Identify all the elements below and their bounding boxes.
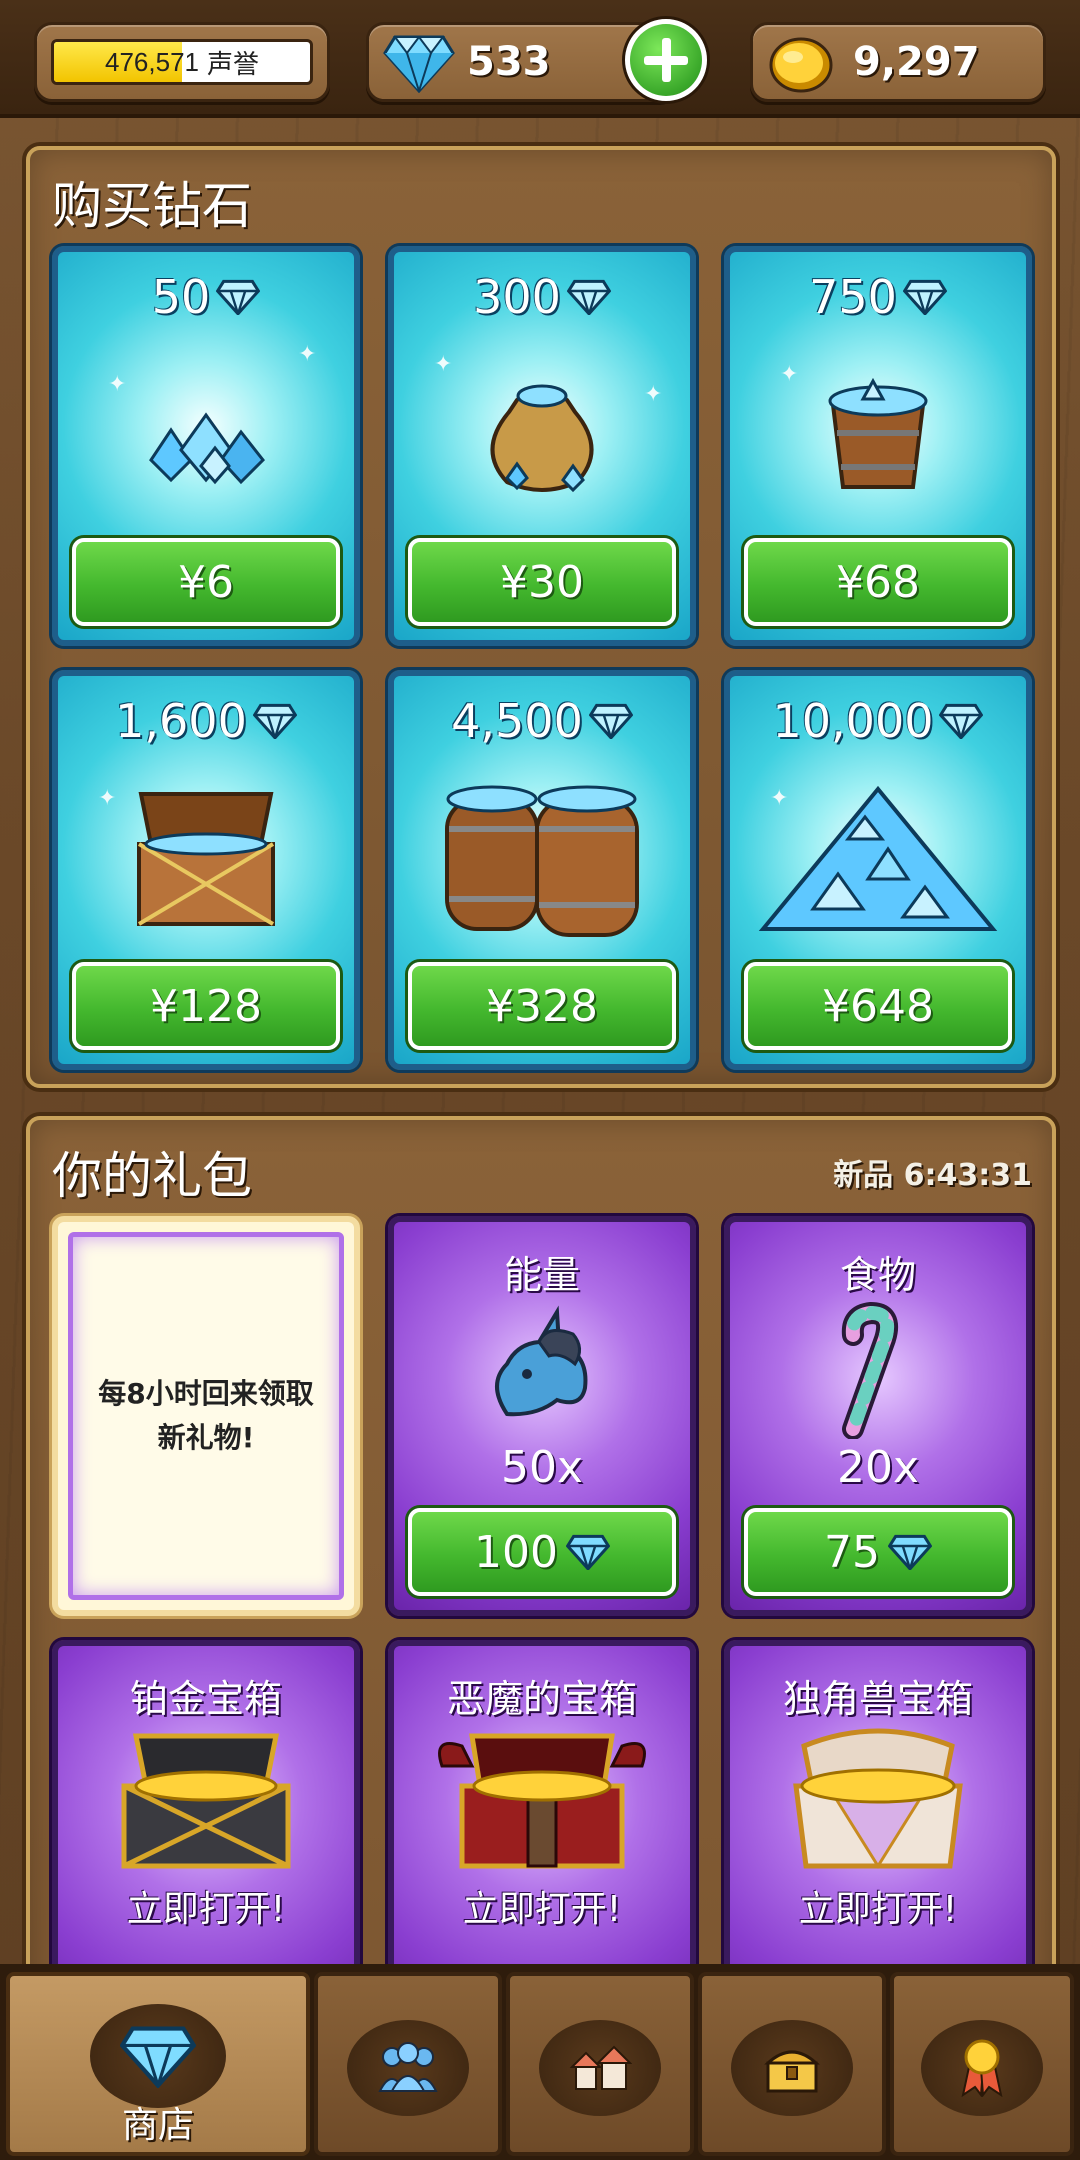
chest-label: 独角兽宝箱 (782, 1677, 973, 1721)
reputation-counter[interactable]: 476,571 声誉 (34, 22, 330, 102)
new-items-timer: 新品 6:43:31 (833, 1158, 1032, 1193)
candy-cane-icon (730, 1294, 1026, 1444)
panel-title: 购买钻石 (52, 177, 252, 235)
tab-town[interactable] (506, 1972, 694, 2156)
gem-pack-amount: 1,600 (115, 694, 247, 748)
unicorn-icon (394, 1294, 690, 1444)
gem-icon (588, 703, 633, 739)
gem-icon (566, 279, 611, 315)
nav-icon-bg (921, 2020, 1043, 2116)
chest-icon (764, 2050, 820, 2093)
buy-button[interactable]: ¥68 (744, 538, 1012, 626)
gem-pack-amount: 300 (473, 270, 561, 324)
price-label: ¥6 (178, 556, 234, 608)
food-pack-card[interactable]: 食物 20x 75 (724, 1216, 1032, 1616)
gem-icon (939, 703, 984, 739)
buy-button[interactable]: ¥328 (408, 962, 676, 1050)
gem-icon (252, 703, 297, 739)
gem-pack-amount: 4,500 (451, 694, 583, 748)
gem-pack-amount: 750 (809, 270, 897, 324)
gem-pack-card[interactable]: 4,500 ¥328 (388, 670, 696, 1070)
item-quantity: 50x (500, 1442, 584, 1493)
gem-icon (902, 279, 947, 315)
chest-label: 恶魔的宝箱 (446, 1677, 637, 1721)
platinum-chest-icon (58, 1726, 354, 1876)
price-label: ¥328 (486, 980, 598, 1032)
nav-icon-bg (539, 2020, 661, 2116)
buy-button[interactable]: ¥648 (744, 962, 1012, 1050)
gem-pack-card[interactable]: 50 ✦ ✦ ¥6 (52, 246, 360, 646)
gem-bag-icon (394, 330, 690, 530)
nav-icon-bg (731, 2020, 853, 2116)
chest-label: 铂金宝箱 (129, 1677, 282, 1721)
gem-pack-card[interactable]: 750 ✦ ¥68 (724, 246, 1032, 646)
medal-icon (961, 2039, 1003, 2097)
gold-counter[interactable]: 9,297 (750, 22, 1046, 102)
price-label: ¥30 (500, 556, 584, 608)
unicorn-chest-icon (730, 1726, 1026, 1876)
tab-label: 商店 (121, 2105, 194, 2146)
gem-pack-card[interactable]: 10,000 ✦ ¥648 (724, 670, 1032, 1070)
nav-icon-bg (90, 2004, 226, 2108)
buy-button[interactable]: 100 (408, 1508, 676, 1596)
gift-info-text: 每8小时回来领取新礼物! (68, 1232, 344, 1600)
price-label: 100 (474, 1526, 558, 1578)
buy-button[interactable]: ¥128 (72, 962, 340, 1050)
price-label: ¥68 (836, 556, 920, 608)
tab-achievements[interactable] (890, 1972, 1074, 2156)
top-bar: 476,571 声誉 533 9,297 (0, 0, 1080, 118)
gem-pack-amount: 10,000 (772, 694, 934, 748)
gem-mountain-icon (730, 754, 1026, 954)
tab-friends[interactable] (314, 1972, 502, 2156)
gem-icon (888, 1534, 932, 1570)
gift-info-card: 每8小时回来领取新礼物! (52, 1216, 360, 1616)
reputation-value: 476,571 (105, 46, 199, 77)
buy-button[interactable]: ¥6 (72, 538, 340, 626)
demon-chest-icon (394, 1726, 690, 1876)
gold-count: 9,297 (853, 39, 980, 85)
gem-icon (383, 35, 455, 93)
nav-icon-bg (347, 2020, 469, 2116)
gem-bucket-icon (730, 330, 1026, 530)
people-icon (378, 2042, 438, 2092)
gem-count: 533 (467, 39, 551, 85)
reputation-bar: 476,571 声誉 (51, 39, 313, 85)
panel-title: 你的礼包 (52, 1147, 252, 1205)
reputation-label: 声誉 (206, 48, 259, 79)
gem-pile-icon (58, 330, 354, 530)
tab-shop[interactable]: 商店 (6, 1972, 310, 2156)
gem-icon (565, 1534, 610, 1570)
price-label: ¥128 (150, 980, 262, 1032)
gem-barrels-icon (394, 754, 690, 954)
add-gems-button[interactable] (622, 16, 710, 104)
energy-pack-card[interactable]: 能量 50x 100 (388, 1216, 696, 1616)
buy-button[interactable]: 75 (744, 1508, 1012, 1596)
buy-gems-panel: 购买钻石 50 ✦ ✦ ¥6 300 ✦ ✦ ¥30 750 ✦ ¥68 1,6… (26, 146, 1056, 1088)
open-now-label: 立即打开! (462, 1889, 622, 1930)
price-label: ¥648 (822, 980, 934, 1032)
open-now-label: 立即打开! (126, 1889, 286, 1930)
gem-pack-amount: 50 (151, 270, 211, 324)
item-label: 能量 (503, 1253, 580, 1297)
gem-icon (216, 279, 261, 315)
item-quantity: 20x (836, 1442, 920, 1493)
gold-coin-icon (769, 37, 833, 93)
houses-icon (569, 2045, 632, 2090)
plus-icon (630, 24, 702, 96)
bottom-nav: 商店 (0, 1964, 1080, 2160)
item-label: 食物 (839, 1253, 916, 1297)
gem-icon (120, 2026, 196, 2088)
open-now-label: 立即打开! (798, 1889, 958, 1930)
price-label: 75 (824, 1526, 880, 1578)
gem-pack-card[interactable]: 300 ✦ ✦ ¥30 (388, 246, 696, 646)
gem-chest-icon (58, 754, 354, 954)
buy-button[interactable]: ¥30 (408, 538, 676, 626)
gem-pack-card[interactable]: 1,600 ✦ ¥128 (52, 670, 360, 1070)
tab-chests[interactable] (698, 1972, 886, 2156)
